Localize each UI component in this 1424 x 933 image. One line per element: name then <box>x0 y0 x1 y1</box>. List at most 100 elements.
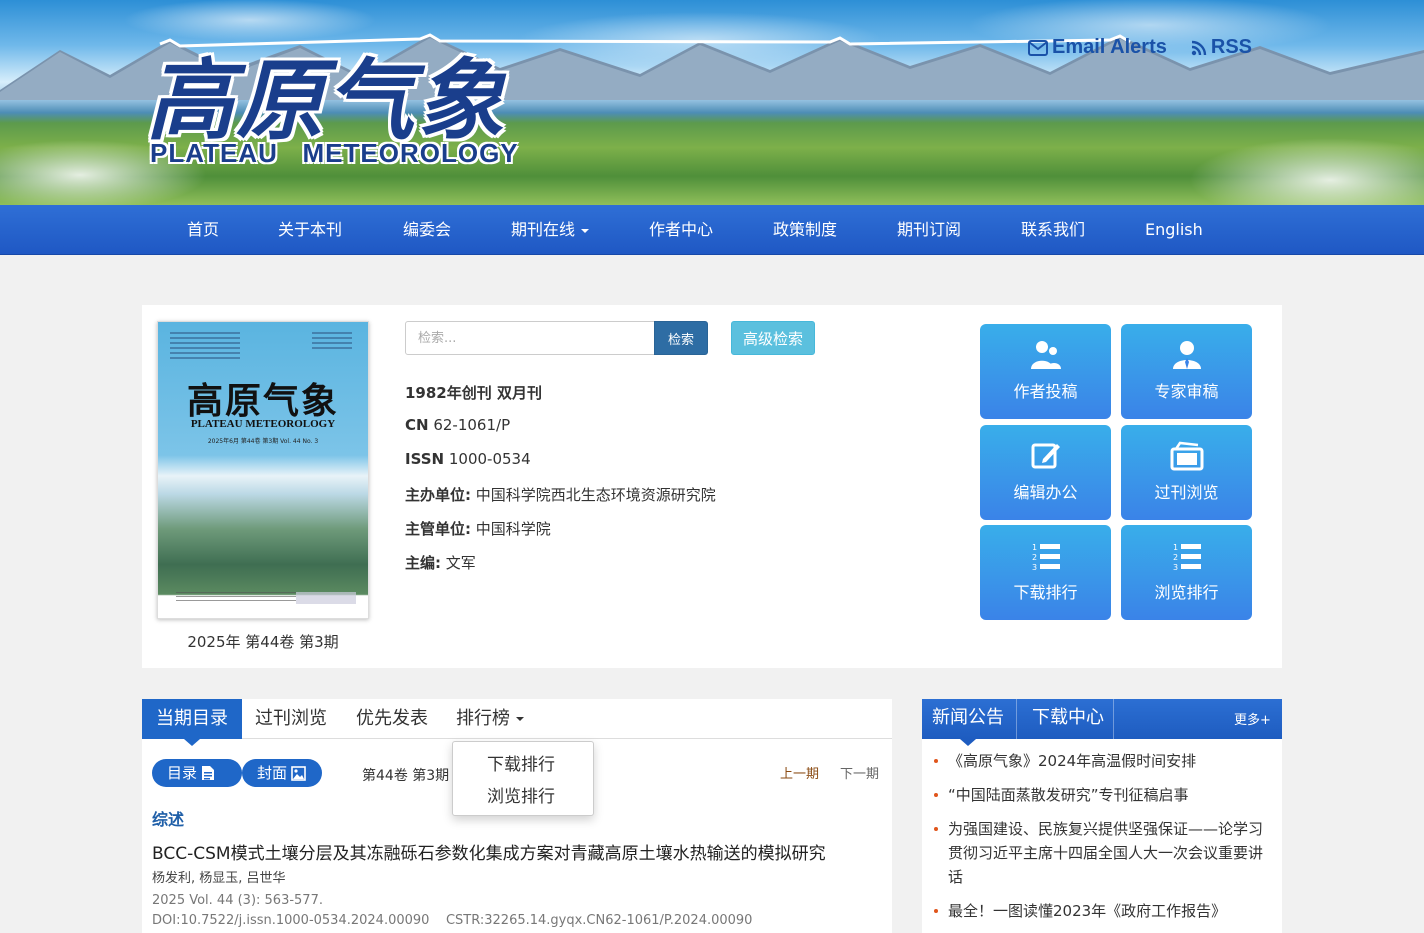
expert-icon <box>1172 341 1201 369</box>
tile-label: 编辑办公 <box>1013 483 1078 502</box>
cover-footer <box>176 592 296 604</box>
tile-label: 过刊浏览 <box>1154 483 1219 502</box>
nav-item-label: 首页 <box>187 220 220 239</box>
next-issue-link[interactable]: 下一期 <box>840 763 879 782</box>
cover-button-label: 封面 <box>257 764 288 782</box>
nav-item-editorial-board[interactable]: 编委会 <box>403 205 451 255</box>
rss-icon <box>1191 40 1207 55</box>
tab-label: 当期目录 <box>156 708 228 729</box>
nav-item-label: 期刊在线 <box>511 220 576 239</box>
nav-item-label: 作者中心 <box>649 220 714 239</box>
cover-title: 高原气象 <box>186 380 339 422</box>
current-issue-panel: 当期目录 过刊浏览 优先发表 排行榜 目录 封面 第44卷 第3期 上一期 下一… <box>142 699 892 933</box>
tab-past-issues[interactable]: 过刊浏览 <box>255 699 327 739</box>
article-title-link[interactable]: BCC-CSM模式土壤分层及其冻融砾石参数化集成方案对青藏高原土壤水热输送的模拟… <box>152 839 826 864</box>
meta-issn: ISSN 1000-0534 <box>405 450 716 484</box>
meta-value: 1000-0534 <box>448 450 531 468</box>
nav-item-journal-online[interactable]: 期刊在线 <box>511 205 590 255</box>
news-item[interactable]: 《高原气象》2024年高温假时间安排 <box>932 749 1272 773</box>
logo-english[interactable]: PLATEAU METEOROLOGY <box>150 138 519 169</box>
meta-founded: 1982年创刊 双月刊 <box>405 382 716 416</box>
nav-item-policy[interactable]: 政策制度 <box>773 205 837 255</box>
archive-browse-tile[interactable]: 过刊浏览 <box>1121 425 1252 520</box>
dropdown-item-view-ranking[interactable]: 浏览排行 <box>487 782 555 807</box>
archive-icon <box>1170 441 1203 471</box>
nav-item-label: 编委会 <box>403 220 452 239</box>
article-doi[interactable]: DOI:10.7522/j.issn.1000-0534.2024.00090 <box>152 913 429 928</box>
file-text-icon <box>202 766 215 780</box>
tab-news[interactable]: 新闻公告 <box>932 699 1004 746</box>
cover-decoration <box>170 332 240 362</box>
news-item[interactable]: 为强国建设、民族复兴提供坚强保证——论学习贯彻习近平主席十四届全国人大一次会议重… <box>932 817 1272 889</box>
dropdown-item-download-ranking[interactable]: 下载排行 <box>487 750 555 775</box>
tab-current-issue[interactable]: 当期目录 <box>142 699 242 746</box>
advanced-search-button[interactable]: 高级检索 <box>731 321 815 355</box>
nav-item-label: 政策制度 <box>773 220 838 239</box>
svg-text:1: 1 <box>1032 543 1037 552</box>
caret-down-icon <box>581 228 590 233</box>
cover-button[interactable]: 封面 <box>242 759 322 787</box>
download-ranking-tile[interactable]: 123 下载排行 <box>980 525 1111 620</box>
email-alerts-label: Email Alerts <box>1052 36 1167 58</box>
cover-issue-line: 2025年6月 第44卷 第3期 Vol. 44 No. 3 <box>207 438 319 445</box>
meta-label: CN <box>405 416 429 434</box>
svg-text:3: 3 <box>1032 563 1037 571</box>
tile-label: 作者投稿 <box>1013 382 1078 401</box>
tab-label: 排行榜 <box>456 708 510 729</box>
nav-item-contact[interactable]: 联系我们 <box>1021 205 1085 255</box>
search-button[interactable]: 检索 <box>654 321 708 355</box>
tile-label: 浏览排行 <box>1154 583 1219 602</box>
issue-volume: 第44卷 第3期 <box>362 768 450 784</box>
nav-item-english[interactable]: English <box>1145 205 1203 255</box>
news-item[interactable]: 最全！一图读懂2023年《政府工作报告》 <box>932 899 1272 923</box>
meta-supervisor: 主管单位: 中国科学院 <box>405 518 716 552</box>
more-link[interactable]: 更多+ <box>1234 709 1271 728</box>
journal-cover-image[interactable]: 高原气象 PLATEAU METEOROLOGY 2025年6月 第44卷 第3… <box>157 321 369 619</box>
meta-sponsor: 主办单位: 中国科学院西北生态环境资源研究院 <box>405 484 716 518</box>
meta-value: 62-1061/P <box>433 416 511 434</box>
nav-item-home[interactable]: 首页 <box>187 205 219 255</box>
email-alerts-link[interactable]: Email Alerts <box>1028 36 1167 59</box>
editor-office-tile[interactable]: 编辑办公 <box>980 425 1111 520</box>
news-header: 新闻公告 下载中心 更多+ <box>922 699 1282 746</box>
tile-label: 专家审稿 <box>1154 382 1219 401</box>
ranking-icon: 123 <box>1173 543 1201 571</box>
image-icon <box>291 765 306 781</box>
nav-item-author-center[interactable]: 作者中心 <box>649 205 713 255</box>
view-ranking-tile[interactable]: 123 浏览排行 <box>1121 525 1252 620</box>
header-banner: 高原气象 PLATEAU METEOROLOGY Email Alerts RS… <box>0 0 1424 205</box>
nav-item-label: 联系我们 <box>1021 220 1086 239</box>
journal-meta: 1982年创刊 双月刊 CN 62-1061/P ISSN 1000-0534 … <box>405 382 716 586</box>
tile-label: 下载排行 <box>1013 583 1078 602</box>
nav-item-label: 关于本刊 <box>278 220 343 239</box>
nav-item-label: 期刊订阅 <box>897 220 962 239</box>
article-citation: 2025 Vol. 44 (3): 563-577. <box>152 893 323 908</box>
cover-title-en: PLATEAU METEOROLOGY <box>190 418 336 430</box>
nav-item-about[interactable]: 关于本刊 <box>278 205 342 255</box>
meta-editor: 主编: 文军 <box>405 552 716 586</box>
prev-issue-link[interactable]: 上一期 <box>780 763 819 782</box>
news-item[interactable]: “中国陆面蒸散发研究”专刊征稿启事 <box>932 783 1272 807</box>
section-heading: 综述 <box>152 810 185 829</box>
news-list: 《高原气象》2024年高温假时间安排 “中国陆面蒸散发研究”专刊征稿启事 为强国… <box>932 749 1272 933</box>
tab-online-first[interactable]: 优先发表 <box>356 699 428 739</box>
nav-item-subscription[interactable]: 期刊订阅 <box>897 205 961 255</box>
rss-link[interactable]: RSS <box>1191 36 1252 59</box>
search-input[interactable] <box>405 321 655 355</box>
toc-button[interactable]: 目录 <box>152 759 242 787</box>
tab-label: 过刊浏览 <box>255 708 327 729</box>
caret-down-icon <box>516 717 524 721</box>
meta-value: 中国科学院 <box>475 520 551 538</box>
meta-label: ISSN <box>405 450 445 468</box>
tab-rankings[interactable]: 排行榜 <box>456 699 524 739</box>
expert-review-tile[interactable]: 专家审稿 <box>1121 324 1252 419</box>
svg-text:2: 2 <box>1173 553 1178 562</box>
top-links: Email Alerts RSS <box>1028 36 1252 59</box>
meta-value: 中国科学院西北生态环境资源研究院 <box>475 486 716 504</box>
tab-download-center[interactable]: 下载中心 <box>1032 699 1104 739</box>
meta-value: 文军 <box>445 554 476 572</box>
author-submit-tile[interactable]: 作者投稿 <box>980 324 1111 419</box>
meta-label: 主编: <box>405 554 441 572</box>
meta-founded-text: 1982年创刊 双月刊 <box>405 384 542 402</box>
ranking-icon: 123 <box>1032 543 1060 571</box>
